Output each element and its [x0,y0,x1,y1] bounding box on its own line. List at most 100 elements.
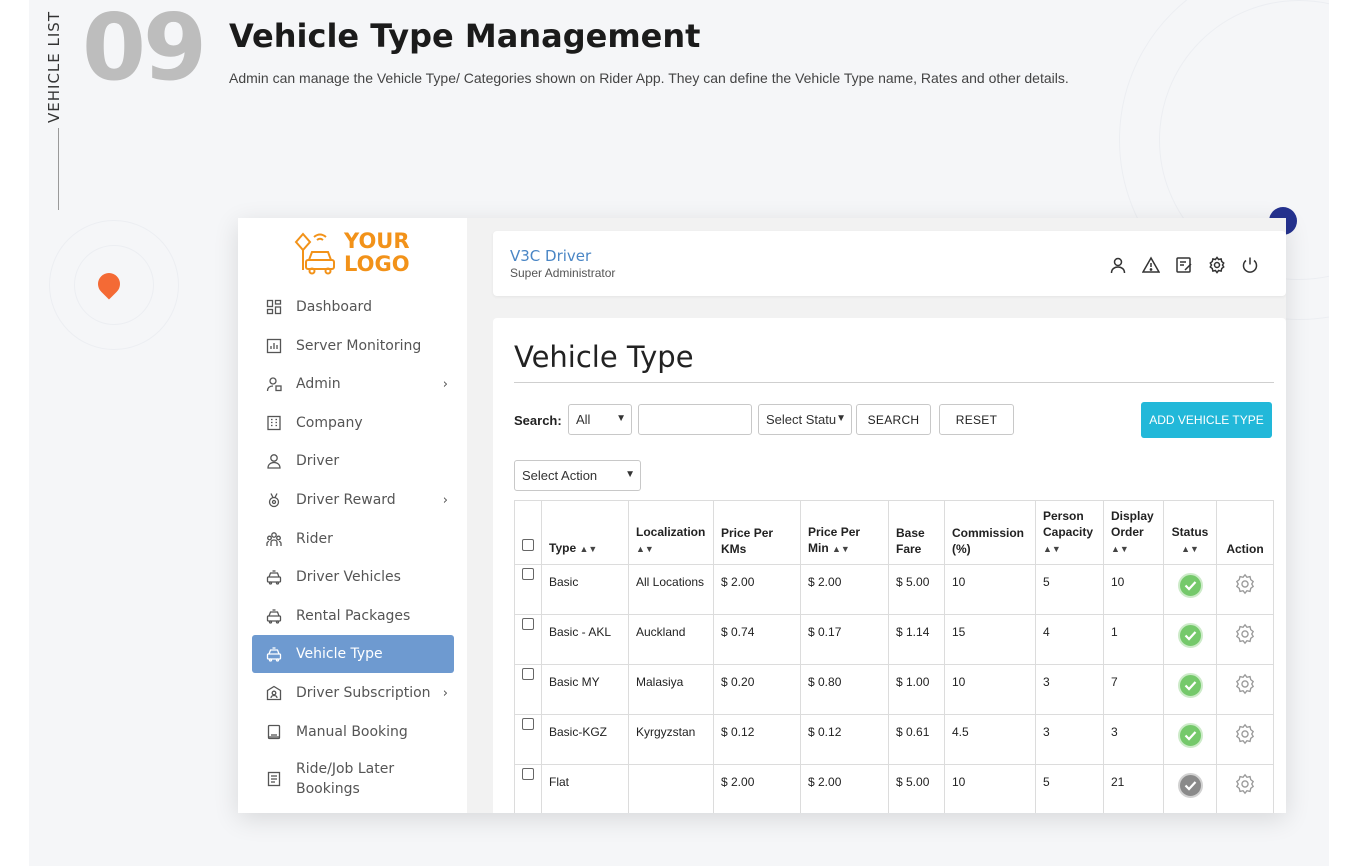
sidebar-item-label: Rider [296,530,333,547]
taxi-icon [266,646,282,663]
add-vehicle-type-button[interactable]: ADD VEHICLE TYPE [1141,402,1272,438]
cell-action [1216,564,1274,615]
gear-icon[interactable] [1234,773,1256,800]
sort-icon: ▲▼ [579,544,598,554]
col-localization[interactable]: Localization ▲▼ [628,500,714,565]
sort-icon: ▲▼ [1181,544,1199,554]
admin-user-icon [266,376,282,392]
cell-base-fare: $ 1.14 [888,614,945,665]
taxi-icon [266,569,282,585]
row-checkbox[interactable] [522,568,534,580]
search-input[interactable] [638,404,752,435]
row-select-cell [514,614,542,665]
cell-order: 7 [1103,664,1164,715]
divider [514,382,1274,383]
cell-price-min: $ 0.12 [800,714,889,765]
col-display-order[interactable]: Display Order ▲▼ [1103,500,1164,565]
cell-localization: Kyrgyzstan [628,714,714,765]
table-row[interactable]: Basic MY Malasiya $ 0.20 $ 0.80 $ 1.00 10 3 7 [514,664,1274,715]
cell-commission: 10 [944,764,1036,813]
sidebar-item-driver-vehicles[interactable]: Driver Vehicles [252,558,454,596]
row-checkbox[interactable] [522,668,534,680]
sidebar-item-manual-booking[interactable]: Manual Booking [252,713,454,751]
col-action: Action [1216,500,1274,565]
cell-capacity: 5 [1035,564,1104,615]
row-checkbox[interactable] [522,768,534,780]
profile-icon[interactable] [1108,255,1128,275]
table-row[interactable]: Flat $ 2.00 $ 2.00 $ 5.00 10 5 21 [514,764,1274,813]
sidebar-item-rental-packages[interactable]: Rental Packages [252,597,454,635]
cell-order: 3 [1103,714,1164,765]
user-name[interactable]: V3C Driver [510,247,591,265]
alert-icon[interactable] [1141,255,1161,275]
cell-status [1163,764,1217,813]
col-price-per-km[interactable]: Price Per KMs [713,500,801,565]
cell-commission: 10 [944,664,1036,715]
page-title: Vehicle Type [514,340,694,374]
chevron-right-icon: › [442,686,448,701]
sidebar-item-driver-subscription[interactable]: Driver Subscription › [252,674,454,712]
row-select-cell [514,764,542,813]
settings-icon[interactable] [1207,255,1227,275]
status-active-icon[interactable] [1177,623,1203,648]
table-header-row: Type ▲▼ Localization ▲▼ Price Per KMs Pri… [514,500,1274,565]
status-inactive-icon[interactable] [1177,773,1203,798]
cell-type: Basic-KGZ [541,714,629,765]
status-select[interactable]: Select Statu ▼ [758,404,852,435]
sidebar-item-dashboard[interactable]: Dashboard [252,288,454,326]
status-active-icon[interactable] [1177,573,1203,598]
select-all-checkbox[interactable] [522,539,534,551]
sidebar-item-label: Server Monitoring [296,337,422,354]
gear-icon[interactable] [1234,623,1256,650]
table-row[interactable]: Basic - AKL Auckland $ 0.74 $ 0.17 $ 1.14 15 4… [514,614,1274,665]
row-checkbox[interactable] [522,618,534,630]
table-row[interactable]: Basic-KGZ Kyrgyzstan $ 0.12 $ 0.12 $ 0.61 4.5… [514,714,1274,765]
col-type[interactable]: Type ▲▼ [541,500,629,565]
sidebar-item-vehicle-type[interactable]: Vehicle Type [252,635,454,674]
logo-text: YOUR LOGO [344,229,410,276]
cell-capacity: 3 [1035,664,1104,715]
sidebar-item-admin[interactable]: Admin › [252,365,454,403]
sidebar-item-ride-job-later-bookings[interactable]: Ride/Job Later Bookings [252,756,454,802]
gear-icon[interactable] [1234,573,1256,600]
search-button[interactable]: SEARCH [856,404,931,435]
power-icon[interactable] [1240,255,1260,275]
row-select-cell [514,664,542,715]
sort-icon: ▲▼ [1043,544,1061,554]
cell-price-km: $ 2.00 [713,764,801,813]
chevron-down-icon: ▼ [625,469,635,480]
reset-button[interactable]: RESET [939,404,1014,435]
sidebar-item-rider[interactable]: Rider [252,520,454,558]
sidebar-item-server-monitoring[interactable]: Server Monitoring [252,327,454,365]
cell-localization: All Locations [628,564,714,615]
sort-icon: ▲▼ [832,544,850,554]
search-field-select[interactable]: All ▼ [568,404,632,435]
sidebar-item-company[interactable]: Company [252,404,454,442]
col-price-per-min[interactable]: Price Per Min ▲▼ [800,500,889,565]
cell-price-km: $ 0.74 [713,614,801,665]
sidebar-item-driver-reward[interactable]: Driver Reward › [252,481,454,519]
sidebar-item-label: Manual Booking [296,723,408,740]
gear-icon[interactable] [1234,673,1256,700]
status-active-icon[interactable] [1177,673,1203,698]
cell-commission: 10 [944,564,1036,615]
col-status[interactable]: Status ▲▼ [1163,500,1217,565]
sidebar-item-driver[interactable]: Driver [252,442,454,480]
cell-localization [628,764,714,813]
col-base-fare[interactable]: Base Fare [888,500,945,565]
row-checkbox[interactable] [522,718,534,730]
bulk-action-select[interactable]: Select Action ▼ [514,460,641,491]
cell-order: 10 [1103,564,1164,615]
gear-icon[interactable] [1234,723,1256,750]
table-row[interactable]: Basic All Locations $ 2.00 $ 2.00 $ 5.00 10 5 1… [514,564,1274,615]
medal-icon [266,492,282,508]
edit-icon[interactable] [1174,255,1194,275]
divider [58,128,59,210]
status-active-icon[interactable] [1177,723,1203,748]
sidebar-item-label: Rental Packages [296,607,411,624]
col-person-capacity[interactable]: Person Capacity ▲▼ [1035,500,1104,565]
col-commission[interactable]: Commission (%) [944,500,1036,565]
cell-price-min: $ 0.80 [800,664,889,715]
sidebar-item-label: Vehicle Type [296,646,383,663]
cell-capacity: 5 [1035,764,1104,813]
